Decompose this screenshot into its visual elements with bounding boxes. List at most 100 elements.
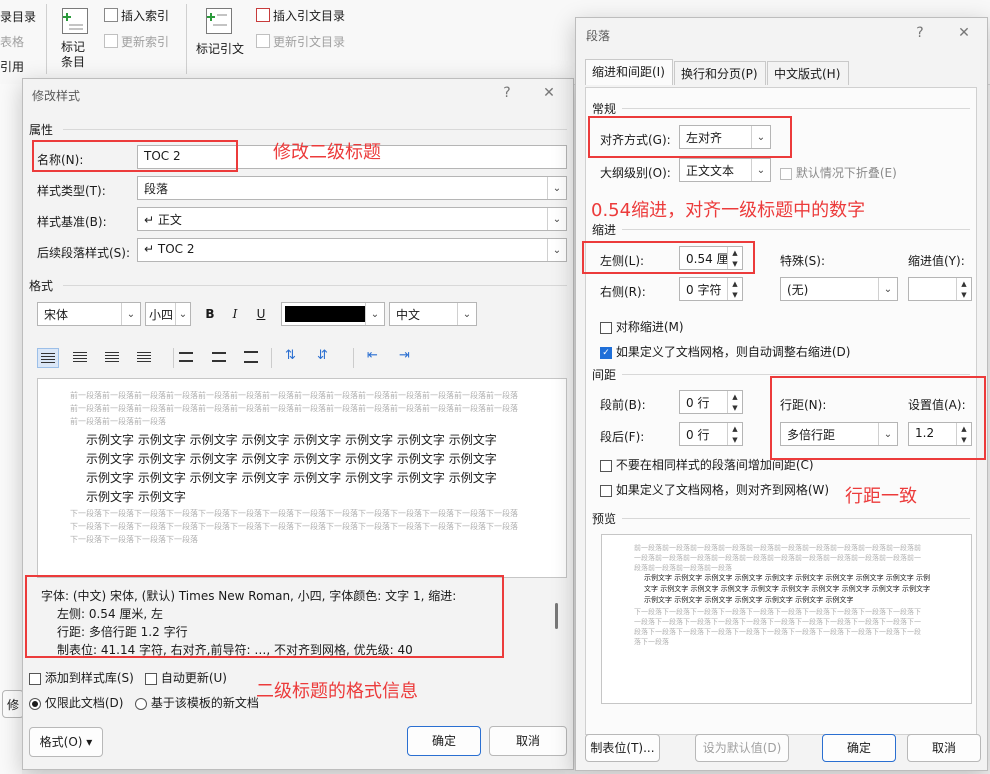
align-left-button[interactable] [37,348,59,368]
mirror-indents-checkbox[interactable]: 对称缩进(M) [600,318,684,335]
ribbon-toc-label[interactable]: 录目录 [0,8,36,25]
space-after-button[interactable]: ⇵ [317,348,335,368]
dialog-title: 修改样式 [32,89,81,103]
divider [622,518,970,519]
indent-by-input[interactable]: ▲ ▼ [908,277,972,301]
tab-asian-typography[interactable]: 中文版式(H) [767,61,849,85]
underline-button[interactable]: U [251,307,271,321]
mark-citation-button[interactable]: 标记引文 [194,6,246,76]
divider [173,348,174,368]
insert-toa-button[interactable]: 插入引文目录 [273,7,345,24]
dialog-title: 段落 [586,29,611,43]
spinner[interactable]: ▲ ▼ [727,391,742,413]
set-as-default-button: 设为默认值(D) [695,734,789,762]
double-spacing-button[interactable] [244,351,258,363]
space-before-input[interactable]: 0 行 ▲ ▼ [679,390,743,414]
ok-button[interactable]: 确定 [407,726,481,756]
preview-previous-paragraph: 前一段落前一段落前一段落前一段落前一段落前一段落前一段落前一段落前一段落前一段落… [70,391,518,426]
checkbox-icon [600,321,612,334]
auto-update-checkbox[interactable]: 自动更新(U) [145,669,227,686]
justify-button[interactable] [134,348,156,368]
align-center-button[interactable] [70,348,92,368]
mark-citation-label: 标记引文 [196,42,245,56]
language-value: 中文 [396,308,421,322]
ribbon-separator [186,4,187,74]
new-documents-radio[interactable]: 基于该模板的新文档 [135,694,259,711]
divider [622,108,970,109]
checkbox-icon [29,672,41,685]
special-indent-select[interactable]: (无) ⌄ [780,277,898,301]
one-half-spacing-button[interactable] [212,352,226,362]
decrease-indent-button[interactable]: ⇤ [367,348,385,368]
tabs-button[interactable]: 制表位(T)... [585,734,660,762]
only-this-document-radio[interactable]: 仅限此文档(D) [29,694,123,711]
mirror-indents-label: 对称缩进(M) [615,320,684,334]
following-style-select[interactable]: ↵ TOC 2 ⌄ [137,238,567,262]
right-indent-input[interactable]: 0 字符 ▲ ▼ [679,277,743,301]
right-indent-label: 右侧(R): [600,285,646,299]
tab-indents-spacing[interactable]: 缩进和间距(I) [585,59,673,85]
spinner[interactable]: ▲ ▼ [727,423,742,445]
ok-button[interactable]: 确定 [822,734,896,762]
radio-icon [29,697,41,710]
cancel-button[interactable]: 取消 [489,726,567,756]
help-button[interactable]: ? [497,85,517,101]
snap-to-grid-checkbox[interactable]: 如果定义了文档网格，则对齐到网格(W) [600,481,829,498]
space-before-button[interactable]: ⇅ [285,348,303,368]
based-on-select[interactable]: ↵ 正文 ⌄ [137,207,567,231]
format-menu-button[interactable]: 格式(O) ▾ [29,727,103,757]
help-button[interactable]: ? [910,25,930,41]
language-select[interactable]: 中文 ⌄ [389,302,477,326]
add-to-gallery-checkbox[interactable]: 添加到样式库(S) [29,669,134,686]
section-preview: 预览 [592,512,617,526]
bold-button[interactable]: B [200,307,220,321]
close-button[interactable]: ✕ [539,85,559,101]
preview-next-paragraph: 下一段落下一段落下一段落下一段落下一段落下一段落下一段落下一段落下一段落下一段落… [70,509,518,544]
space-after-input[interactable]: 0 行 ▲ ▼ [679,422,743,446]
section-general: 常规 [592,102,617,116]
scrollbar-thumb[interactable] [555,603,558,629]
chevron-down-icon: ⌄ [547,239,566,261]
preview-sample-line: 示例文字 示例文字 示例文字 示例文字 示例文字 示例文字 示例文字 示例文字 [86,471,497,485]
preview-previous-paragraph: 前一段落前一段落前一段落前一段落前一段落前一段落前一段落前一段落前一段落前一段落… [634,544,921,572]
style-type-select[interactable]: 段落 ⌄ [137,176,567,200]
divider [622,229,970,230]
annotation-box-line-spacing [770,376,986,460]
checkbox-icon [780,167,792,180]
mark-entry-button[interactable]: 标记条目 [56,6,92,76]
document-area [0,84,22,774]
add-to-gallery-label: 添加到样式库(S) [44,671,134,685]
chevron-down-icon: ⌄ [121,303,140,325]
font-name-select[interactable]: 宋体 ⌄ [37,302,141,326]
divider [271,348,272,368]
based-on-value: ↵ 正文 [144,213,182,227]
preview-sample-text: 示例文字 示例文字 示例文字 示例文字 示例文字 示例文字 示例文字 示例文字 … [644,574,931,604]
collapsed-by-default-checkbox: 默认情况下折叠(E) [780,164,897,181]
background-modify-button[interactable]: 修 [2,690,24,718]
insert-index-button[interactable]: 插入索引 [121,7,169,24]
align-right-button[interactable] [102,348,124,368]
only-this-document-label: 仅限此文档(D) [44,696,124,710]
annotation-box-format-info [25,575,504,658]
mark-citation-icon [206,8,232,34]
outline-level-value: 正文文本 [686,164,735,178]
font-color-select[interactable]: ⌄ [281,302,385,326]
outline-level-select[interactable]: 正文文本 ⌄ [679,158,771,182]
chevron-down-icon: ⌄ [175,303,190,325]
ribbon-citation-label[interactable]: 引用 [0,58,24,75]
space-after-label: 段后(F): [600,430,645,444]
increase-indent-button[interactable]: ⇥ [399,348,417,368]
mark-entry-label: 标记条目 [61,40,86,69]
section-format: 格式 [29,279,54,293]
font-size-select[interactable]: 小四 ⌄ [145,302,191,326]
checkbox-icon [600,484,612,497]
auto-adjust-right-indent-checkbox[interactable]: ✓ 如果定义了文档网格，则自动调整右缩进(D) [600,343,850,360]
spinner[interactable]: ▲ ▼ [956,278,971,300]
spinner[interactable]: ▲ ▼ [727,278,742,300]
cancel-button[interactable]: 取消 [907,734,981,762]
italic-button[interactable]: I [225,307,245,321]
tab-line-page-breaks[interactable]: 换行和分页(P) [674,61,766,85]
single-spacing-button[interactable] [179,352,193,362]
close-button[interactable]: ✕ [954,25,974,41]
following-style-label: 后续段落样式(S): [37,246,131,260]
